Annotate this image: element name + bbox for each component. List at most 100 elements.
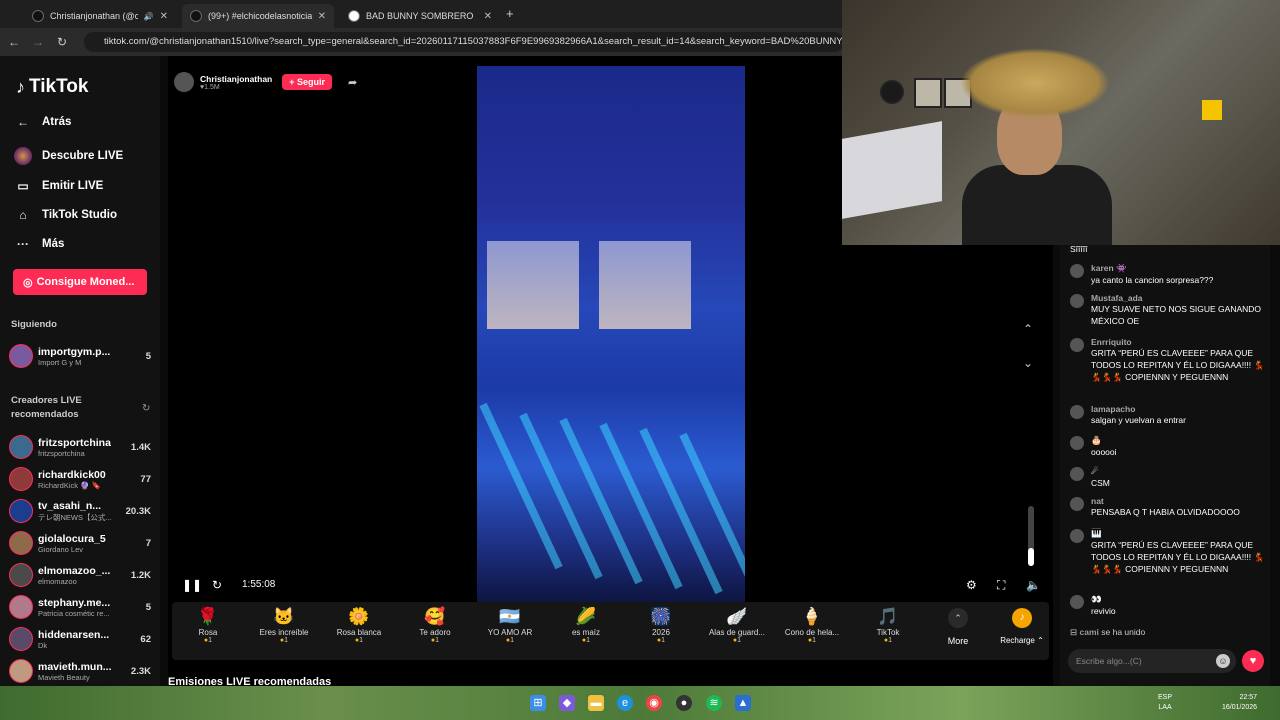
browser-tab-2[interactable]: (99+) #elchicodelasnoticias | Tik ✕ [182,4,334,28]
recharge-button[interactable]: ♪ Recharge ⌃ [997,608,1047,645]
gift-price: 1 [737,637,742,644]
gift-item[interactable]: 🌹 Rosa ●1 [175,606,241,644]
gift-price: 1 [586,637,591,644]
viewer-count: 20.3K [125,505,151,517]
gift-item[interactable]: 🐱 Eres increíble ●1 [251,606,317,644]
chat-user[interactable]: karen 👾 [1091,263,1265,274]
back-arrow-icon: ← [17,115,29,129]
lang-code: ESP [1158,694,1173,701]
gift-item[interactable]: 🍦 Cono de hela... ●1 [779,606,845,644]
like-heart-button[interactable]: ♥ [1242,650,1264,672]
chat-user[interactable]: 🎂 [1091,435,1265,446]
sidebar-item-discover-live[interactable]: Descubre LIVE [14,147,123,165]
chat-input[interactable]: Escribe algo...(C) ☺ [1068,649,1236,673]
obs-icon[interactable]: ● [676,695,692,711]
settings-gear-icon[interactable]: ⚙ [966,578,977,592]
taskbar-clock[interactable]: 22:57 16/01/2026 [1222,693,1257,713]
more-gifts-button[interactable]: ⌃ More [940,608,976,646]
avatar[interactable] [1070,264,1084,278]
next-live-icon[interactable]: ⌄ [1023,356,1033,370]
fullscreen-icon[interactable]: ⛶ [997,578,1005,593]
sidebar-item-more[interactable]: ··· Más [14,235,64,253]
recommended-creator[interactable]: stephany.me... Patricia cosmétic re... 5 [9,592,151,622]
chat-user[interactable]: ☄ [1091,466,1265,477]
gift-name: Rosa [198,628,218,637]
host-avatar[interactable] [174,72,194,92]
following-item[interactable]: importgym.p... Import G y M 5 [9,341,151,371]
gift-name: 2026 [652,628,670,637]
pause-icon[interactable]: ❚❚ [182,578,202,592]
recommended-creator[interactable]: giolalocura_5 Giordano Lev 7 [9,528,151,558]
language-indicator[interactable]: ESP LAA [1158,693,1172,713]
gift-name: Cono de hela... [784,628,840,637]
gift-item[interactable]: 🥰 Te adoro ●1 [402,606,468,644]
forward-arrow-icon[interactable]: → [28,35,48,49]
url-field[interactable]: tiktok.com/@christianjonathan1510/live?s… [84,32,844,52]
avatar[interactable] [1070,436,1084,450]
avatar[interactable] [1070,497,1084,511]
light-beam [639,427,723,595]
share-icon[interactable]: ➦ [348,76,357,89]
chat-user[interactable]: nat [1091,496,1265,506]
chat-message: lamapacho salgan y vuelvan a entrar [1070,404,1265,426]
volume-slider[interactable] [1028,506,1034,566]
chat-user[interactable]: lamapacho [1091,404,1265,414]
previous-live-icon[interactable]: ⌃ [1023,322,1033,336]
avatar[interactable] [1070,595,1084,609]
gift-item[interactable]: 🎵 TikTok ●1 [855,606,921,644]
refresh-icon[interactable]: ↻ [212,578,222,592]
avatar[interactable] [1070,338,1084,352]
gift-item[interactable]: 🇦🇷 YO AMO AR ●1 [477,606,543,644]
gift-item[interactable]: 🌽 es maíz ●1 [553,606,619,644]
back-arrow-icon[interactable]: ← [4,35,24,49]
join-user[interactable]: cami [1080,627,1099,637]
volume-icon[interactable]: 🔈 [1026,578,1041,592]
avatar[interactable] [1070,294,1084,308]
chat-user[interactable]: 🎹 [1091,528,1265,539]
copilot-icon[interactable]: ◆ [559,695,575,711]
reload-icon[interactable]: ↻ [52,35,72,49]
sidebar-item-tiktok-studio[interactable]: ⌂ TikTok Studio [14,206,117,224]
avatar[interactable] [1070,467,1084,481]
edge-icon[interactable]: e [617,695,633,711]
chat-user[interactable]: 👀 [1091,594,1265,605]
get-coins-button[interactable]: ◎ Consigue Moned... [13,269,147,295]
new-tab-icon[interactable]: + [506,6,514,21]
host-name[interactable]: Christianjonathan [200,74,272,84]
avatar[interactable] [1070,405,1084,419]
viewer-count: 2.3K [130,665,151,677]
recommended-creator[interactable]: tv_asahi_n... テレ朝NEWS【公式... 20.3K [9,496,151,526]
chat-input-placeholder: Escribe algo...(C) [1076,656,1142,666]
follow-button[interactable]: + Seguir [282,74,333,90]
windows-start-icon[interactable]: ⊞ [530,695,546,711]
recommended-creator[interactable]: hiddenarsen... Dk 62 [9,624,151,654]
gift-item[interactable]: 🌼 Rosa blanca ●1 [326,606,392,644]
avatar[interactable] [1070,529,1084,543]
back-link[interactable]: ← Atrás [14,113,71,131]
store-icon[interactable]: ▲ [735,695,751,711]
refresh-icon[interactable]: ↻ [142,403,150,414]
close-tab-icon[interactable]: ✕ [484,11,492,22]
chat-message: 🎹 GRITA “PERÚ ES CLAVEEEE” PARA QUE TODOS… [1070,528,1265,575]
recommended-creator[interactable]: fritzsportchina fritzsportchina 1.4K [9,432,151,462]
chat-user[interactable]: Mustafa_ada [1091,293,1265,303]
sidebar-item-go-live[interactable]: ▭ Emitir LIVE [14,177,103,195]
browser-tab-1[interactable]: Christianjonathan (@christ... 🔊 ✕ [24,4,176,28]
chrome-icon[interactable]: ◉ [646,695,662,711]
close-tab-icon[interactable]: ✕ [160,11,168,22]
gift-item[interactable]: 🪽 Alas de guard... ●1 [704,606,770,644]
gift-price: 1 [812,637,817,644]
spotify-icon[interactable]: ≋ [706,695,722,711]
emoji-icon[interactable]: ☺ [1216,654,1230,668]
chat-user[interactable]: Enrriquito [1091,337,1265,347]
file-explorer-icon[interactable]: ▬ [588,695,604,711]
gift-name: YO AMO AR [487,628,533,637]
browser-tab-3[interactable]: BAD BUNNY SOMBRERO DE PA ✕ [340,4,500,28]
close-tab-icon[interactable]: ✕ [318,11,326,22]
recommended-creator[interactable]: mavieth.mun... Mavieth Beauty 2.3K [9,656,151,686]
live-video[interactable] [477,66,745,602]
tiktok-logo[interactable]: ♪ TikTok [16,76,88,98]
recommended-creator[interactable]: elmomazoo_... elmomazoo 1.2K [9,560,151,590]
recommended-creator[interactable]: richardkick00 RichardKick 🔮 🔖 77 [9,464,151,494]
gift-item[interactable]: 🎆 2026 ●1 [628,606,694,644]
